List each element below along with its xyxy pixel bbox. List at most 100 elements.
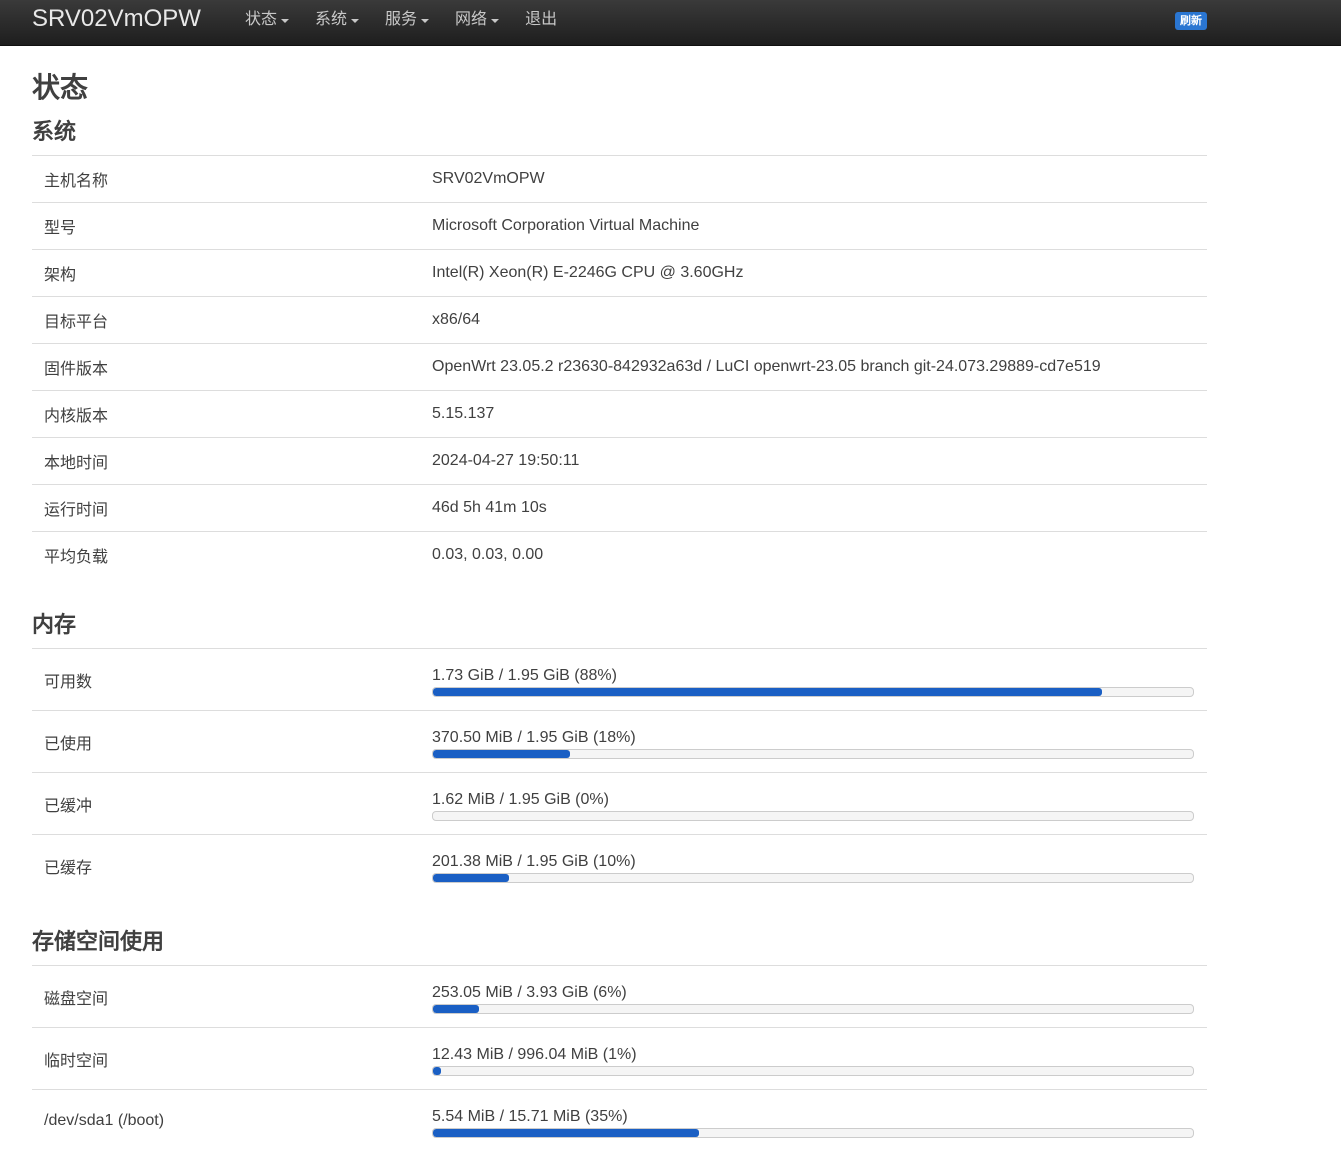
- section-title-memory: 内存: [32, 612, 77, 637]
- row-label: 磁盘空间: [32, 965, 420, 1028]
- progress-track: [432, 748, 1194, 759]
- row-label: 固件版本: [32, 343, 420, 391]
- progress-track: [432, 1065, 1194, 1076]
- progress-fill: [433, 1066, 441, 1075]
- menu-system[interactable]: 系统: [315, 10, 360, 30]
- row-label: /dev/sda1 (/boot): [32, 1089, 420, 1151]
- chevron-down-icon: [351, 19, 360, 23]
- progress-text: 5.54 MiB / 15.71 MiB (35%): [432, 1107, 628, 1125]
- progress-track: [432, 810, 1194, 821]
- row-value: 370.50 MiB / 1.95 GiB (18%): [420, 710, 1207, 773]
- section-title-system: 系统: [32, 119, 77, 144]
- row-value: Microsoft Corporation Virtual Machine: [420, 202, 1207, 250]
- row-value: OpenWrt 23.05.2 r23630-842932a63d / LuCI…: [420, 343, 1207, 391]
- table-row: 可用数 1.73 GiB / 1.95 GiB (88%): [32, 648, 1207, 711]
- row-label: 运行时间: [32, 484, 420, 532]
- row-value: 2024-04-27 19:50:11: [420, 437, 1207, 485]
- progress-text: 253.05 MiB / 3.93 GiB (6%): [432, 983, 627, 1001]
- table-row: 运行时间 46d 5h 41m 10s: [32, 484, 1207, 532]
- table-row: 内核版本 5.15.137: [32, 390, 1207, 438]
- progress-text: 12.43 MiB / 996.04 MiB (1%): [432, 1045, 637, 1063]
- table-row: 已缓冲 1.62 MiB / 1.95 GiB (0%): [32, 772, 1207, 835]
- progress-text: 1.73 GiB / 1.95 GiB (88%): [432, 666, 617, 684]
- table-row: 已使用 370.50 MiB / 1.95 GiB (18%): [32, 710, 1207, 773]
- menu-system-label: 系统: [315, 11, 348, 28]
- table-row: 平均负载 0.03, 0.03, 0.00: [32, 531, 1207, 578]
- menu-status-label: 状态: [245, 11, 278, 28]
- row-label: 已使用: [32, 710, 420, 773]
- progress-bar: 1.73 GiB / 1.95 GiB (88%): [432, 663, 1194, 697]
- progress-text: 370.50 MiB / 1.95 GiB (18%): [432, 728, 636, 746]
- table-row: 磁盘空间 253.05 MiB / 3.93 GiB (6%): [32, 965, 1207, 1028]
- storage-table: 磁盘空间 253.05 MiB / 3.93 GiB (6%) 临时空间 12.43 …: [32, 965, 1207, 1151]
- row-label: 临时空间: [32, 1027, 420, 1090]
- row-value: 5.54 MiB / 15.71 MiB (35%): [420, 1089, 1207, 1151]
- row-value: Intel(R) Xeon(R) E-2246G CPU @ 3.60GHz: [420, 249, 1207, 297]
- refresh-button[interactable]: 刷新: [1175, 12, 1207, 30]
- chevron-down-icon: [421, 19, 430, 23]
- progress-bar: 1.62 MiB / 1.95 GiB (0%): [432, 787, 1194, 821]
- table-row: 已缓存 201.38 MiB / 1.95 GiB (10%): [32, 834, 1207, 896]
- progress-bar: 12.43 MiB / 996.04 MiB (1%): [432, 1042, 1194, 1076]
- row-label: 可用数: [32, 648, 420, 711]
- table-row: 临时空间 12.43 MiB / 996.04 MiB (1%): [32, 1027, 1207, 1090]
- progress-fill: [433, 1128, 699, 1137]
- row-value: 1.62 MiB / 1.95 GiB (0%): [420, 772, 1207, 835]
- progress-fill: [433, 873, 509, 882]
- main-menu: 状态 系统 服务 网络 退出: [245, 10, 583, 30]
- progress-bar: 5.54 MiB / 15.71 MiB (35%): [432, 1104, 1194, 1138]
- menu-network-label: 网络: [455, 11, 488, 28]
- row-value: 0.03, 0.03, 0.00: [420, 531, 1207, 578]
- table-row: 主机名称 SRV02VmOPW: [32, 155, 1207, 203]
- row-label: 已缓存: [32, 834, 420, 896]
- row-label: 内核版本: [32, 390, 420, 438]
- row-label: 平均负载: [32, 531, 420, 578]
- progress-fill: [433, 687, 1102, 696]
- progress-fill: [433, 1004, 479, 1013]
- row-value: 46d 5h 41m 10s: [420, 484, 1207, 532]
- table-row: 型号 Microsoft Corporation Virtual Machine: [32, 202, 1207, 250]
- table-row: 目标平台 x86/64: [32, 296, 1207, 344]
- menu-logout-label: 退出: [525, 11, 558, 28]
- progress-bar: 370.50 MiB / 1.95 GiB (18%): [432, 725, 1194, 759]
- row-label: 型号: [32, 202, 420, 250]
- memory-table: 可用数 1.73 GiB / 1.95 GiB (88%) 已使用 370.50 Mi…: [32, 648, 1207, 896]
- row-label: 已缓冲: [32, 772, 420, 835]
- progress-track: [432, 686, 1194, 697]
- row-label: 主机名称: [32, 155, 420, 203]
- chevron-down-icon: [491, 19, 500, 23]
- row-value: 253.05 MiB / 3.93 GiB (6%): [420, 965, 1207, 1028]
- progress-track: [432, 1003, 1194, 1014]
- row-value: 5.15.137: [420, 390, 1207, 438]
- menu-services[interactable]: 服务: [385, 10, 430, 30]
- main-content: 状态 系统 主机名称 SRV02VmOPW 型号 Microsoft Corporat…: [32, 60, 1207, 1151]
- row-label: 目标平台: [32, 296, 420, 344]
- table-row: 固件版本 OpenWrt 23.05.2 r23630-842932a63d / …: [32, 343, 1207, 391]
- row-value: 12.43 MiB / 996.04 MiB (1%): [420, 1027, 1207, 1090]
- brand-title[interactable]: SRV02VmOPW: [32, 4, 201, 34]
- top-navbar: SRV02VmOPW 状态 系统 服务 网络 退出 刷新: [0, 0, 1341, 46]
- progress-bar: 201.38 MiB / 1.95 GiB (10%): [432, 849, 1194, 883]
- menu-network[interactable]: 网络: [455, 10, 500, 30]
- page-title: 状态: [32, 72, 89, 103]
- progress-track: [432, 1127, 1194, 1138]
- row-value: 1.73 GiB / 1.95 GiB (88%): [420, 648, 1207, 711]
- table-row: 架构 Intel(R) Xeon(R) E-2246G CPU @ 3.60GHz: [32, 249, 1207, 297]
- menu-logout[interactable]: 退出: [525, 10, 557, 30]
- system-table: 主机名称 SRV02VmOPW 型号 Microsoft Corporation Vi…: [32, 155, 1207, 578]
- table-row: /dev/sda1 (/boot) 5.54 MiB / 15.71 MiB (3…: [32, 1089, 1207, 1151]
- row-value: x86/64: [420, 296, 1207, 344]
- menu-status[interactable]: 状态: [245, 10, 290, 30]
- progress-fill: [433, 749, 570, 758]
- row-label: 本地时间: [32, 437, 420, 485]
- progress-track: [432, 872, 1194, 883]
- table-row: 本地时间 2024-04-27 19:50:11: [32, 437, 1207, 485]
- chevron-down-icon: [281, 19, 290, 23]
- progress-text: 1.62 MiB / 1.95 GiB (0%): [432, 790, 609, 808]
- row-value: SRV02VmOPW: [420, 155, 1207, 203]
- row-label: 架构: [32, 249, 420, 297]
- progress-bar: 253.05 MiB / 3.93 GiB (6%): [432, 980, 1194, 1014]
- menu-services-label: 服务: [385, 11, 418, 28]
- section-title-storage: 存储空间使用: [32, 929, 165, 954]
- progress-text: 201.38 MiB / 1.95 GiB (10%): [432, 852, 636, 870]
